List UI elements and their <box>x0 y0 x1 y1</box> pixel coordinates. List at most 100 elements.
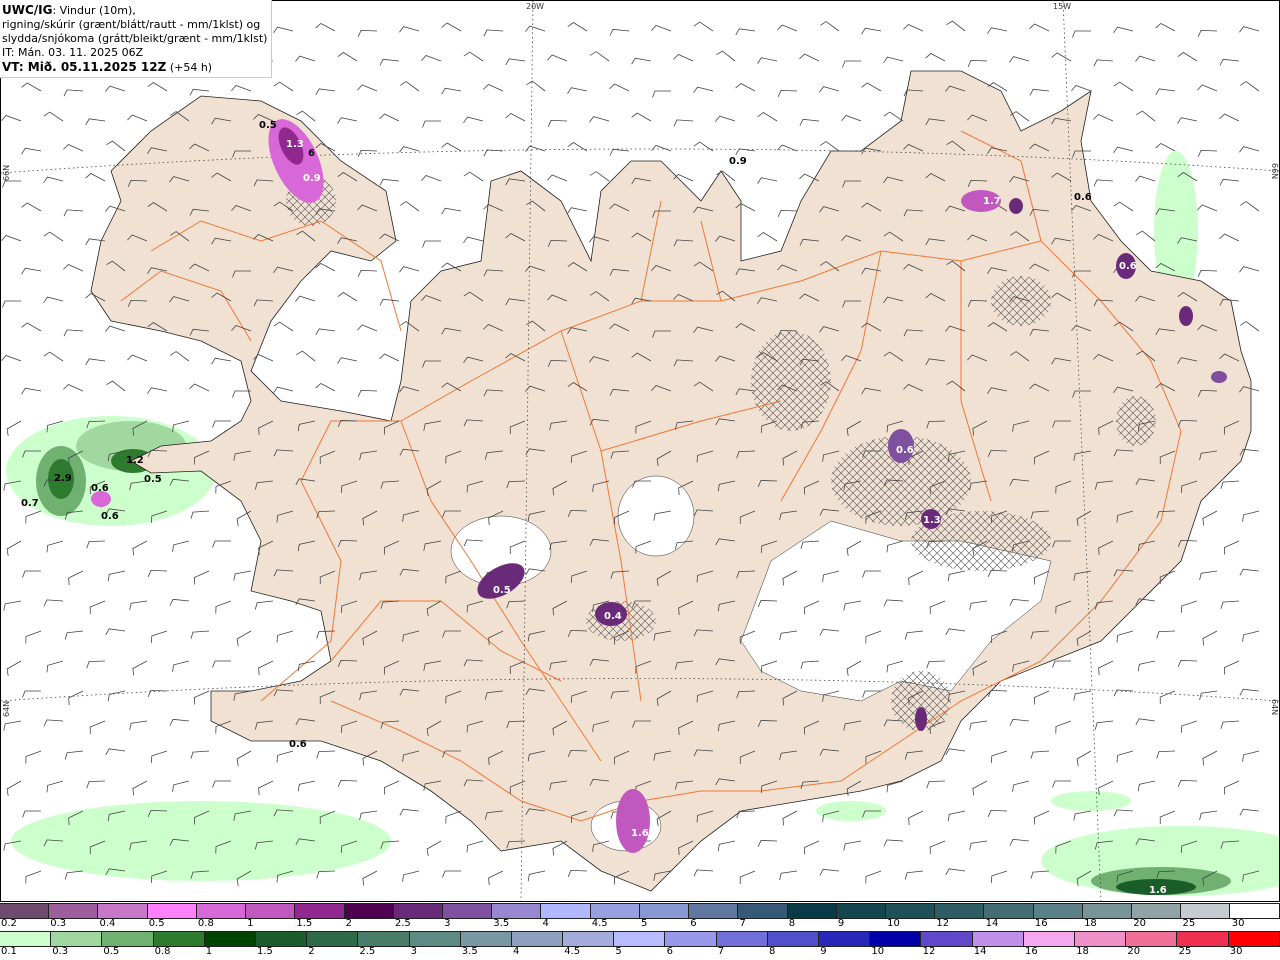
wind-barb <box>946 20 966 32</box>
legend-swatch <box>511 932 564 946</box>
wind-barb <box>861 27 882 35</box>
wind-barb <box>231 85 252 92</box>
wind-barb <box>232 390 251 398</box>
legend-swatch <box>49 904 99 918</box>
wind-barb <box>1181 600 1198 613</box>
wind-barb <box>215 600 232 614</box>
wind-barb <box>505 113 526 122</box>
wind-barb <box>483 149 504 157</box>
wind-barb <box>169 351 190 362</box>
wind-barb <box>357 84 378 92</box>
wind-barb <box>926 780 946 789</box>
wind-barb <box>1073 690 1092 701</box>
wind-barb <box>357 389 378 397</box>
wind-barb <box>25 510 42 524</box>
wind-barb <box>190 510 210 519</box>
legend-swatch <box>295 904 345 918</box>
wind-barb <box>296 110 316 122</box>
legend-swatch <box>153 932 205 946</box>
wind-barb <box>1177 659 1198 667</box>
weather-map: 0.5 1.3 6 0.9 0.7 2.9 1.2 0.5 0.6 0.6 0.9 1.7 0.6 0.6… <box>0 0 1280 902</box>
legend-swatch <box>1074 932 1127 946</box>
legend-swatch <box>590 904 640 918</box>
legend-swatch <box>767 932 819 946</box>
wind-barb <box>651 25 672 32</box>
legend-label: 25 <box>1178 946 1192 957</box>
wind-barb <box>1093 179 1114 187</box>
wind-barb <box>43 351 64 362</box>
legend-label: 14 <box>973 946 987 957</box>
precip-value-label: 0.6 <box>289 739 307 750</box>
wind-barb <box>297 780 316 792</box>
wind-barb <box>399 26 420 33</box>
rain-area <box>1051 791 1131 811</box>
legend-label: 18 <box>1076 946 1089 957</box>
legend-label: 2 <box>308 946 315 957</box>
wind-barb <box>735 28 756 36</box>
wind-barb <box>799 118 820 126</box>
wind-barb <box>803 840 820 855</box>
wind-barb <box>463 51 484 62</box>
wind-barb <box>297 660 316 672</box>
precip-value-label: 1.7 <box>983 196 1001 207</box>
wind-barb <box>64 630 84 640</box>
wind-barb <box>1137 660 1156 672</box>
wind-barb <box>273 321 294 332</box>
wind-barb <box>1136 230 1156 242</box>
legend-label: 7 <box>717 946 725 957</box>
wind-barb <box>1199 690 1218 701</box>
wind-barb <box>631 112 652 122</box>
wind-barb <box>399 146 420 153</box>
title-line-3: slydda/snjókoma (grátt/bleikt/grænt - mm… <box>2 32 268 45</box>
legend-label: 30 <box>1231 918 1245 929</box>
legend-label: 0.1 <box>1 946 17 957</box>
wind-barb <box>1177 779 1198 787</box>
wind-barb <box>567 142 588 152</box>
wind-barb <box>63 144 84 152</box>
wind-barb <box>379 178 400 186</box>
wind-barb <box>43 176 64 184</box>
legend-label: 16 <box>1025 946 1038 957</box>
wind-barb <box>1155 143 1176 152</box>
wind-barb <box>63 384 84 392</box>
wind-barb <box>383 780 400 795</box>
wind-barb <box>86 660 106 669</box>
legend-label: 1.5 <box>257 946 273 957</box>
snow-area <box>616 789 650 853</box>
valid-time-value: VT: Mið. 05.11.2025 12Z <box>2 60 167 74</box>
wind-barb <box>22 690 41 698</box>
wind-barb <box>777 24 798 32</box>
wind-barb <box>717 840 736 852</box>
hatch-area <box>991 276 1051 326</box>
wind-barb <box>6 780 22 796</box>
wind-barb <box>63 209 84 217</box>
wind-barb <box>421 175 442 182</box>
wind-barb <box>1199 570 1218 581</box>
legend-swatch <box>1132 904 1182 918</box>
precip-value-label: 0.9 <box>729 156 747 167</box>
wind-barb <box>1029 23 1050 32</box>
wind-barb <box>426 840 442 856</box>
rain-legend-labels: 0.1 0.3 0.5 0.8 1 1.5 2 2.5 3 3.5 4 4.5 5 6 7 8 9 10 12 14 1… <box>0 946 1280 960</box>
wind-barb <box>1219 113 1240 122</box>
wind-barb <box>1137 780 1156 792</box>
wind-barb <box>463 116 484 124</box>
wind-barb <box>21 82 42 92</box>
wind-barb <box>399 266 420 273</box>
wind-barb <box>1202 510 1218 526</box>
wind-barb <box>757 112 778 122</box>
wind-barb <box>422 120 441 128</box>
wind-barb <box>6 420 22 436</box>
wind-barb <box>589 116 610 123</box>
wind-barb <box>445 810 462 824</box>
legend-label: 0.2 <box>1 918 17 929</box>
wind-barb <box>273 26 294 34</box>
wind-barb <box>258 660 274 676</box>
legend-label: 5 <box>641 918 648 929</box>
legend-label: 8 <box>788 918 796 929</box>
precip-value-label: 1.3 <box>923 515 941 526</box>
wind-barb <box>337 357 358 364</box>
wind-barb <box>693 86 714 94</box>
rain-area <box>11 801 391 881</box>
legend-label: 3 <box>444 918 451 929</box>
